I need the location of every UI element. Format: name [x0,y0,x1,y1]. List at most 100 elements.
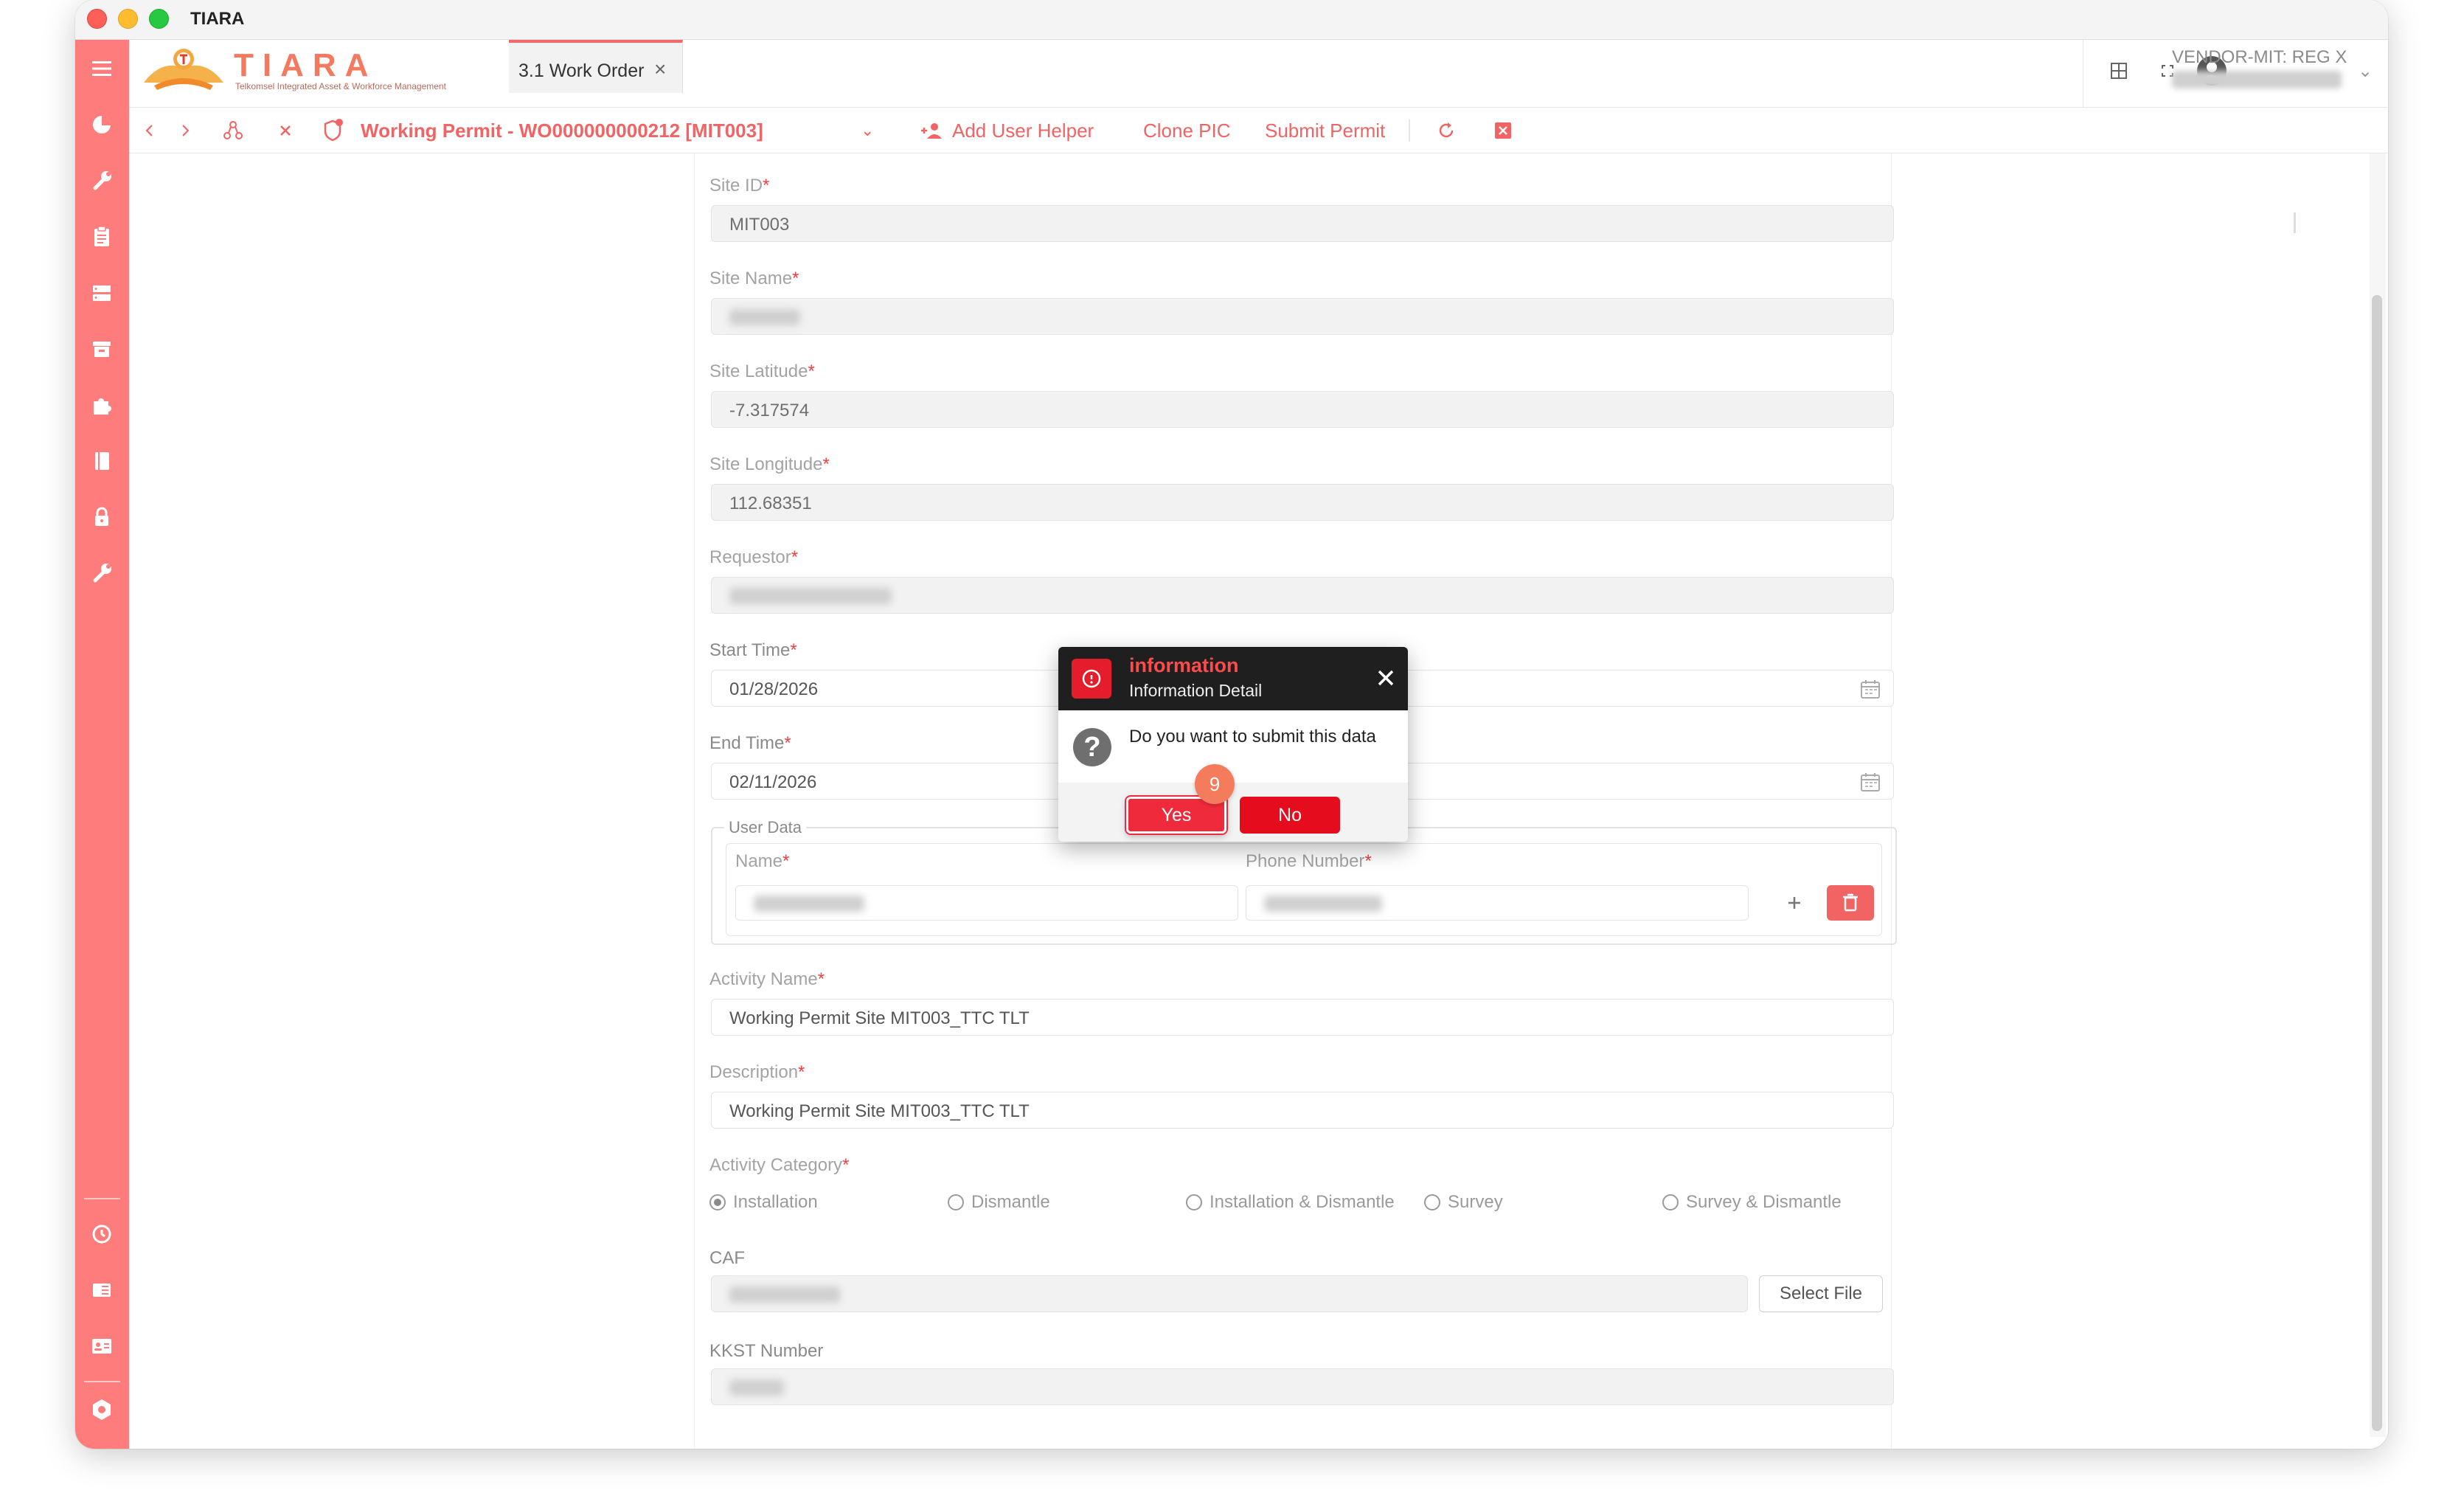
submit-permit-button[interactable]: Submit Permit [1265,108,1385,153]
kkst-number-redacted [729,1379,784,1396]
radio-installation[interactable]: Installation [709,1192,818,1213]
hierarchy-icon[interactable] [222,108,244,153]
user-name-label: Name* [735,851,790,871]
puzzle-icon[interactable] [89,392,114,418]
scrollbar-thumb[interactable] [2372,295,2382,1431]
site-id-field: MIT003 [711,205,1894,242]
radio-survey-dismantle[interactable]: Survey & Dismantle [1662,1192,1842,1213]
add-row-icon[interactable] [1783,891,1806,915]
site-id-value: MIT003 [729,215,790,235]
radio-empty-icon [1662,1194,1679,1210]
site-name-redacted [729,309,800,325]
dialog-subtitle: Information Detail [1129,681,1263,700]
chevron-down-icon[interactable]: ⌄ [2358,60,2373,82]
phone-number-input[interactable] [1246,885,1749,921]
refresh-icon[interactable] [1437,108,1456,153]
dialog-title: information [1129,654,1239,676]
reader-icon[interactable] [89,1278,114,1303]
tools-icon[interactable] [89,561,114,586]
site-name-field [711,298,1894,335]
book-icon[interactable] [89,448,114,474]
lock-icon[interactable] [89,505,114,530]
title-bar: TIARA [75,0,2388,40]
site-longitude-label: Site Longitude* [709,454,830,474]
site-latitude-label: Site Latitude* [709,361,815,381]
start-time-value: 01/28/2026 [729,679,819,699]
caf-label: CAF [709,1248,745,1268]
dialog-header: information Information Detail [1058,647,1408,710]
user-role-redacted [2172,71,2342,89]
description-input[interactable]: Working Permit Site MIT003_TTC TLT [711,1092,1894,1129]
activity-name-input[interactable]: Working Permit Site MIT003_TTC TLT [711,999,1894,1036]
permit-badge-icon [319,108,344,153]
select-file-button[interactable]: Select File [1759,1275,1883,1312]
close-window-button[interactable] [87,9,107,29]
user-name-redacted [754,896,864,912]
site-longitude-field: 112.68351 [711,484,1894,521]
user-data-legend: User Data [724,818,807,837]
toolbar-divider [1409,119,1410,142]
activity-name-value: Working Permit Site MIT003_TTC TLT [729,1008,1030,1028]
site-name-label: Site Name* [709,269,799,288]
radio-empty-icon [1186,1194,1202,1210]
kkst-number-label: KKST Number [709,1341,824,1361]
site-latitude-value: -7.317574 [729,401,810,420]
minimize-window-button[interactable] [118,9,138,29]
tab-close-icon[interactable]: × [654,58,666,81]
history-icon[interactable] [89,1222,114,1247]
grid-view-icon[interactable] [2104,56,2134,86]
crown-logo-icon [144,49,223,90]
radio-dismantle[interactable]: Dismantle [948,1192,1050,1213]
calendar-icon[interactable] [1859,771,1881,793]
clipboard-icon[interactable] [89,224,114,249]
site-longitude-value: 112.68351 [729,493,812,513]
description-value: Working Permit Site MIT003_TTC TLT [729,1101,1030,1121]
description-label: Description* [709,1062,805,1082]
archive-box-icon[interactable] [89,336,114,361]
add-user-helper-label: Add User Helper [952,119,1094,142]
confirm-dialog: information Information Detail ? Do you … [1058,647,1408,842]
end-time-label: End Time* [709,733,791,753]
tab-work-order[interactable]: 3.1 Work Order × [509,40,683,93]
dialog-message: Do you want to submit this data [1129,727,1376,746]
wrench-icon[interactable] [89,168,114,193]
server-icon[interactable] [89,280,114,305]
no-button[interactable]: No [1240,797,1340,834]
settings-badge-icon[interactable] [89,1397,114,1422]
hamburger-menu-icon[interactable] [89,56,114,81]
caf-file-redacted [729,1286,840,1303]
permit-chevron-icon[interactable]: ⌄ [861,108,874,153]
radio-installation-dismantle[interactable]: Installation & Dismantle [1186,1192,1395,1213]
user-name-input[interactable] [735,885,1238,921]
phone-number-label: Phone Number* [1246,851,1372,871]
logo-tagline: Telkomsel Integrated Asset & Workforce M… [235,81,446,91]
dashboard-pie-icon[interactable] [89,112,114,137]
sidebar-divider [84,1198,120,1199]
forward-arrow-icon[interactable] [176,108,194,153]
permit-title: Working Permit - WO000000000212 [MIT003] [361,119,763,142]
action-toolbar: Working Permit - WO000000000212 [MIT003]… [129,108,2388,153]
close-box-icon[interactable] [1493,108,1513,153]
activity-name-label: Activity Name* [709,969,825,989]
clone-pic-button[interactable]: Clone PIC [1143,108,1231,153]
delete-row-button[interactable] [1827,885,1874,921]
calendar-icon[interactable] [1859,678,1881,700]
add-user-icon [921,123,942,139]
activity-category-label: Activity Category* [709,1155,850,1175]
add-user-helper-button[interactable]: Add User Helper [920,108,1094,153]
back-arrow-icon[interactable] [141,108,159,153]
site-id-label: Site ID* [709,176,770,195]
user-data-row: Name* Phone Number* [726,843,1882,936]
trash-icon [1843,893,1858,912]
dialog-close-icon[interactable] [1372,665,1399,691]
contact-card-icon[interactable] [89,1334,114,1359]
phone-number-redacted [1264,896,1382,912]
radio-survey[interactable]: Survey [1424,1192,1503,1213]
tiara-logo[interactable]: TIARA Telkomsel Integrated Asset & Workf… [139,44,486,103]
close-permit-icon[interactable] [277,108,294,153]
start-time-label: Start Time* [709,640,797,660]
user-name[interactable]: VENDOR-MIT: REG X [2172,47,2347,68]
zoom-window-button[interactable] [149,9,169,29]
caf-file-field [711,1275,1748,1312]
requestor-label: Requestor* [709,547,799,567]
